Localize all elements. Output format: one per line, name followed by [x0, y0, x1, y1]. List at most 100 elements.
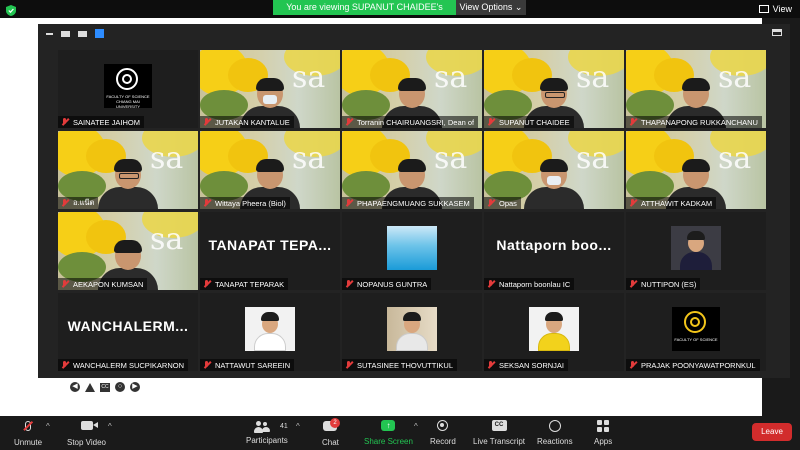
microphone-muted-icon: [203, 118, 211, 126]
microphone-muted-icon: [629, 280, 637, 288]
participant-name-tag: TANAPAT TEPARAK: [200, 278, 289, 290]
view-options-label: View Options: [459, 2, 513, 12]
pointer-icon[interactable]: [85, 382, 95, 392]
participant-name-tag: AEKAPON KUMSAN: [58, 278, 148, 290]
shield-icon[interactable]: [6, 5, 16, 16]
participant-name: AEKAPON KUMSAN: [73, 279, 144, 289]
microphone-muted-icon: [487, 361, 495, 369]
participant-name: อ.แน๊ต: [73, 198, 95, 207]
participant-tile[interactable]: Nattaporn boo... Nattaporn boonlau IC: [484, 212, 624, 290]
profile-picture: [387, 226, 437, 270]
apps-button[interactable]: Apps: [594, 419, 612, 446]
participant-tile[interactable]: sa อ.แน๊ต: [58, 131, 198, 209]
participant-tile[interactable]: NUTTIPON (ES): [626, 212, 766, 290]
minimize-icon[interactable]: [46, 32, 53, 35]
chat-button[interactable]: 2 Chat: [322, 418, 340, 447]
share-screen-icon: ↑: [381, 420, 396, 431]
microphone-muted-icon: [629, 361, 637, 369]
record-icon: [437, 420, 449, 431]
previous-arrow-icon[interactable]: ◀: [70, 382, 80, 392]
record-label: Record: [430, 437, 456, 446]
meeting-toolbar: Unmute ^ Stop Video ^ 41 Participants ^ …: [0, 416, 800, 450]
live-transcript-label: Live Transcript: [473, 437, 526, 446]
participant-name-tag: ATTHAWIT KADKAM: [626, 197, 717, 209]
microphone-muted-icon: [487, 280, 495, 288]
microphone-muted-icon: [345, 118, 353, 126]
participants-button[interactable]: 41 Participants: [246, 419, 288, 445]
participant-gallery: FACULTY OF SCIENCE CHIANG MAI UNIVERSITY…: [58, 50, 770, 375]
gallery-grid-icon[interactable]: [95, 29, 104, 38]
view-button[interactable]: View: [758, 4, 792, 14]
record-button[interactable]: Record: [430, 419, 456, 446]
microphone-muted-icon: [61, 199, 69, 207]
participant-tile[interactable]: sa ATTHAWIT KADKAM: [626, 131, 766, 209]
participant-tile[interactable]: sa AEKAPON KUMSAN: [58, 212, 198, 290]
share-options-caret[interactable]: ^: [414, 422, 418, 431]
participant-tile[interactable]: WANCHALERM... WANCHALERM SUCPIKARNON: [58, 293, 198, 371]
microphone-muted-icon: [345, 199, 353, 207]
microphone-muted-icon: [629, 118, 637, 126]
participant-name-tag: SUPANUT CHAIDEE: [484, 116, 574, 128]
stop-video-button[interactable]: Stop Video: [67, 419, 106, 447]
leave-button[interactable]: Leave: [752, 423, 792, 441]
participant-name: Nattaporn boonlau IC: [499, 279, 571, 289]
participant-name: Opas: [499, 198, 517, 208]
share-screen-label: Share Screen: [364, 437, 413, 446]
participant-name: JUTAKAN KANTALUE: [215, 117, 290, 127]
participant-name-tag: Wittaya Pheera (Biol): [200, 197, 290, 209]
reactions-button[interactable]: Reactions: [537, 419, 573, 446]
profile-picture: [529, 307, 579, 351]
video-camera-icon: [80, 421, 98, 430]
participant-name-tag: SEKSAN SORNJAI: [484, 359, 569, 371]
faculty-logo: FACULTY OF SCIENCE CHIANG MAI UNIVERSITY: [104, 64, 152, 109]
participant-name: SAINATEE JAIHOM: [73, 117, 140, 127]
microphone-muted-icon: [629, 199, 637, 207]
participant-tile[interactable]: SEKSAN SORNJAI: [484, 293, 624, 371]
video-options-caret[interactable]: ^: [108, 422, 112, 431]
live-transcript-button[interactable]: CC Live Transcript: [473, 419, 525, 446]
participant-tile[interactable]: FACULTY OF SCIENCE CHIANG MAI UNIVERSITY…: [58, 50, 198, 128]
participants-options-caret[interactable]: ^: [296, 422, 300, 431]
captions-icon[interactable]: CC: [100, 382, 110, 392]
participant-tile[interactable]: TANAPAT TEPA... TANAPAT TEPARAK: [200, 212, 340, 290]
participant-tile[interactable]: NOPANUS GUNTRA: [342, 212, 482, 290]
grid-view-icon: [758, 5, 769, 13]
participant-name-tag: Nattaporn boonlau IC: [484, 278, 575, 290]
participant-tile[interactable]: sa PHAPAENGMUANG SUKKASEM: [342, 131, 482, 209]
gallery-view-controls: [46, 29, 104, 38]
participant-tile[interactable]: sa Torranin CHAIRUANGSRI, Dean of: [342, 50, 482, 128]
participant-name: TANAPAT TEPARAK: [215, 279, 285, 289]
participant-tile[interactable]: FACULTY OF SCIENCE PRAJAK POONYAWATPORNKU…: [626, 293, 766, 371]
unmute-button[interactable]: Unmute: [14, 419, 42, 447]
participant-name: Torranin CHAIRUANGSRI, Dean of: [357, 117, 475, 127]
participant-display-name: TANAPAT TEPA...: [208, 237, 332, 253]
microphone-muted-icon: [203, 361, 211, 369]
participant-name-tag: SUTASINEE THOVUTTIKUL: [342, 359, 457, 371]
share-screen-button[interactable]: ↑ Share Screen: [364, 419, 413, 446]
zoom-icon[interactable]: ○: [115, 382, 125, 392]
profile-picture: [671, 226, 721, 270]
exit-fullscreen-icon[interactable]: [772, 29, 782, 36]
shared-gallery-panel: FACULTY OF SCIENCE CHIANG MAI UNIVERSITY…: [38, 24, 790, 378]
shared-screen-background-bottom: [66, 396, 734, 416]
participants-count: 41: [280, 422, 288, 430]
participant-display-name: WANCHALERM...: [67, 318, 189, 334]
participant-name-tag: Torranin CHAIRUANGSRI, Dean of: [342, 116, 479, 128]
participant-tile[interactable]: sa JUTAKAN KANTALUE: [200, 50, 340, 128]
audio-options-caret[interactable]: ^: [46, 422, 50, 431]
view-options-button[interactable]: View Options ⌄: [456, 0, 526, 15]
microphone-muted-icon: [61, 361, 69, 369]
next-arrow-icon[interactable]: ▶: [130, 382, 140, 392]
participants-icon: [253, 420, 270, 433]
participant-tile[interactable]: sa THAPANAPONG RUKKANCHANU: [626, 50, 766, 128]
participant-tile[interactable]: sa Opas: [484, 131, 624, 209]
participant-tile[interactable]: sa SUPANUT CHAIDEE: [484, 50, 624, 128]
participant-tile[interactable]: NATTAWUT SAREEIN: [200, 293, 340, 371]
reactions-label: Reactions: [537, 437, 573, 446]
microphone-muted-icon: [345, 280, 353, 288]
speaker-view-icon[interactable]: [61, 30, 70, 37]
participant-tile[interactable]: sa Wittaya Pheera (Biol): [200, 131, 340, 209]
participant-tile[interactable]: SUTASINEE THOVUTTIKUL: [342, 293, 482, 371]
strip-view-icon[interactable]: [78, 30, 87, 37]
microphone-muted-icon: [487, 199, 495, 207]
